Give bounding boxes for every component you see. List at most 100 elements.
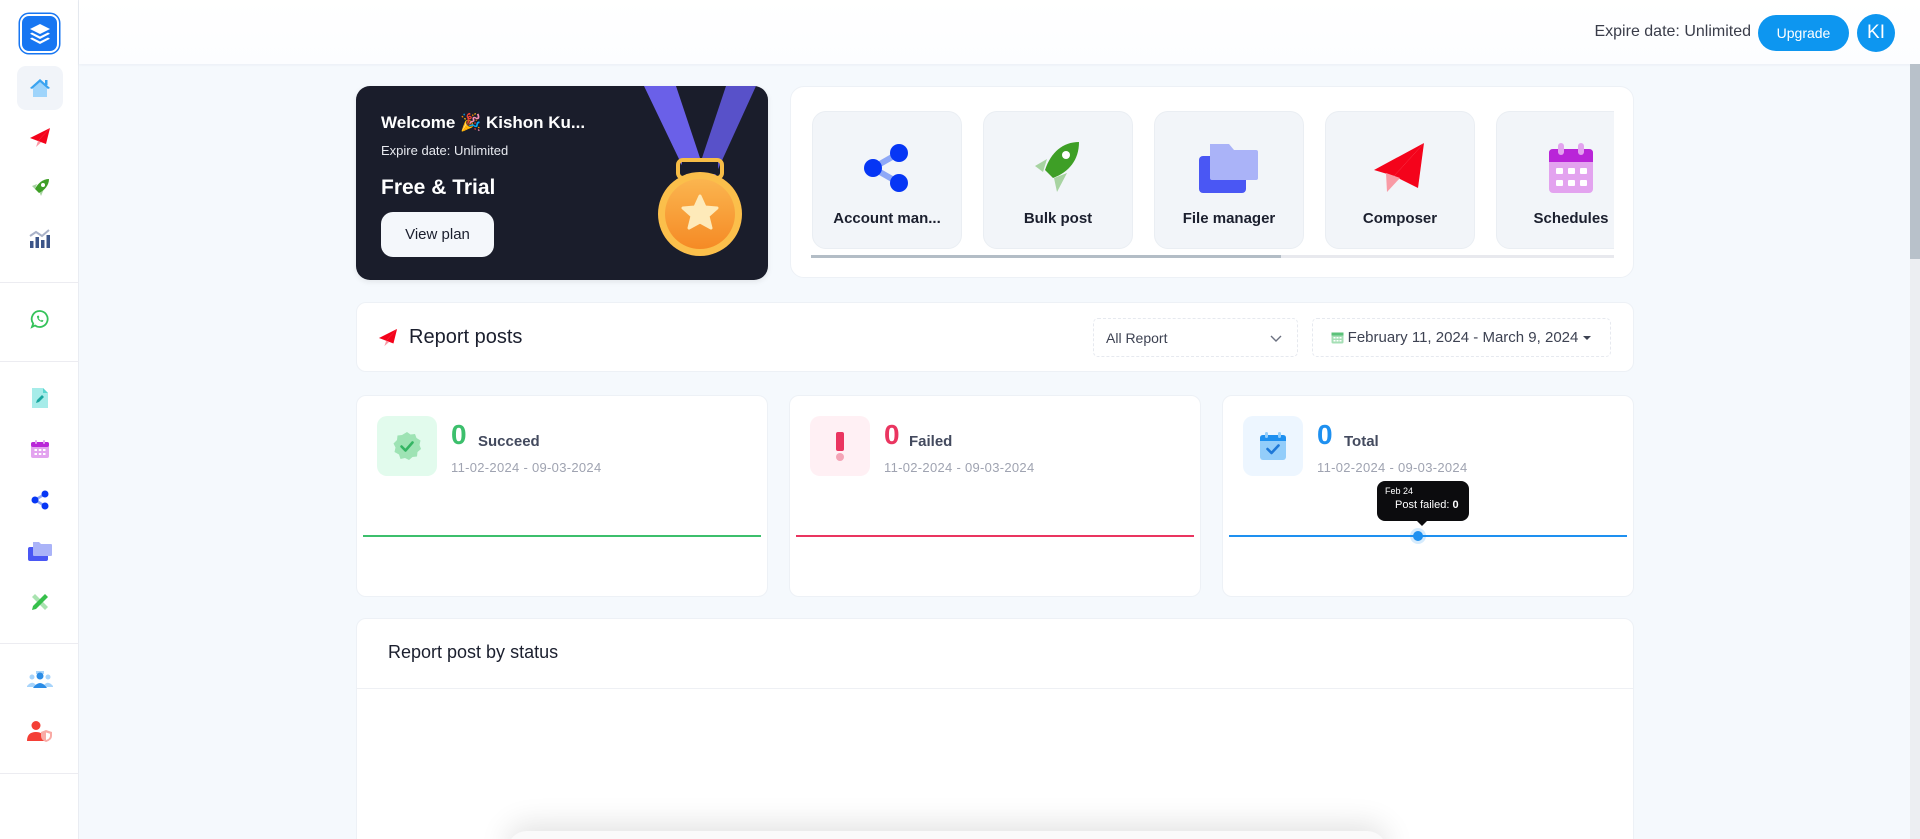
view-plan-button[interactable]: View plan bbox=[381, 212, 494, 257]
expire-date-text: Expire date: Unlimited bbox=[1594, 23, 1751, 40]
report-filter-value: All Report bbox=[1106, 330, 1168, 346]
stat-date-range: 11-02-2024 - 09-03-2024 bbox=[451, 460, 602, 475]
page-scrollbar-thumb[interactable] bbox=[1910, 64, 1920, 259]
sidebar bbox=[0, 0, 79, 839]
chart-hover-point[interactable] bbox=[1410, 528, 1426, 544]
succeed-sparkline bbox=[363, 535, 761, 537]
caret-down-icon bbox=[1583, 335, 1592, 340]
stat-date-range: 11-02-2024 - 09-03-2024 bbox=[1317, 460, 1468, 475]
chart-placeholder bbox=[507, 831, 1387, 839]
sidebar-divider bbox=[0, 773, 79, 774]
card-divider bbox=[357, 688, 1633, 689]
users-icon bbox=[27, 671, 53, 688]
badge-check-icon bbox=[393, 432, 421, 460]
calendar-icon bbox=[1331, 332, 1344, 344]
stat-value: 0 bbox=[1317, 419, 1333, 450]
shortcut-bulk-post[interactable]: Bulk post bbox=[983, 111, 1133, 249]
sidebar-item-caption[interactable] bbox=[17, 580, 63, 624]
report-by-status-title: Report post by status bbox=[388, 642, 559, 662]
sidebar-divider bbox=[0, 361, 79, 362]
welcome-expire-date: Expire date: Unlimited bbox=[381, 143, 509, 158]
share-icon bbox=[31, 490, 49, 510]
home-icon bbox=[30, 79, 50, 97]
shortcut-composer[interactable]: Composer bbox=[1325, 111, 1475, 249]
report-by-status-card: Report post by status bbox=[356, 618, 1634, 839]
sidebar-item-bulk-post[interactable] bbox=[17, 166, 63, 210]
sidebar-item-account-manager[interactable] bbox=[17, 478, 63, 522]
stat-date-range: 11-02-2024 - 09-03-2024 bbox=[884, 460, 1035, 475]
share-icon bbox=[864, 144, 908, 192]
stat-value: 0 bbox=[884, 419, 900, 450]
stat-icon-box bbox=[810, 416, 870, 476]
sidebar-item-whatsapp[interactable] bbox=[17, 297, 63, 341]
user-avatar[interactable]: KI bbox=[1857, 14, 1895, 52]
pencil-ruler-icon bbox=[32, 594, 48, 610]
shortcut-label: Composer bbox=[1362, 210, 1438, 227]
plan-name: Free & Trial bbox=[381, 176, 496, 199]
shortcut-label: File manager bbox=[1182, 210, 1276, 227]
shortcut-schedules[interactable]: Schedules bbox=[1496, 111, 1614, 249]
calendar-icon bbox=[1549, 143, 1593, 193]
date-range-picker[interactable]: February 11, 2024 - March 9, 2024 bbox=[1312, 318, 1611, 357]
welcome-title: Welcome 🎉 Kishon Ku... bbox=[381, 113, 586, 132]
tooltip-date: Feb 24 bbox=[1385, 486, 1414, 496]
report-filter-select[interactable]: All Report bbox=[1093, 318, 1298, 357]
shortcut-file-manager[interactable]: File manager bbox=[1154, 111, 1304, 249]
shortcuts-panel: Account man... Bulk post File manager Co… bbox=[790, 86, 1634, 278]
sidebar-item-file-manager[interactable] bbox=[17, 529, 63, 573]
stat-icon-box bbox=[377, 416, 437, 476]
tooltip-label: Post failed: bbox=[1395, 499, 1453, 511]
page-scrollbar[interactable] bbox=[1910, 64, 1920, 839]
paper-plane-icon bbox=[30, 128, 50, 147]
upgrade-button[interactable]: Upgrade bbox=[1758, 15, 1849, 51]
medal-icon bbox=[644, 86, 756, 256]
stat-value: 0 bbox=[451, 419, 467, 450]
edit-document-icon bbox=[32, 388, 48, 408]
user-shield-icon bbox=[27, 721, 52, 742]
calendar-icon bbox=[31, 440, 49, 458]
stat-label: Succeed bbox=[478, 433, 540, 450]
sidebar-item-roles[interactable] bbox=[17, 709, 63, 753]
layers-logo-icon bbox=[29, 23, 50, 44]
paper-plane-icon bbox=[378, 328, 398, 347]
exclamation-icon bbox=[836, 432, 844, 461]
shortcuts-carousel: Account man... Bulk post File manager Co… bbox=[811, 111, 1614, 251]
tooltip-value: 0 bbox=[1452, 499, 1459, 511]
stat-label: Failed bbox=[909, 433, 953, 450]
shortcut-label: Bulk post bbox=[1023, 210, 1093, 227]
report-posts-title: Report posts bbox=[409, 326, 523, 348]
calendar-check-icon bbox=[1260, 432, 1286, 460]
shortcuts-scrollbar-thumb[interactable] bbox=[811, 255, 1281, 258]
tooltip-value-line: Post failed: 0 bbox=[1395, 499, 1459, 511]
sidebar-item-team[interactable] bbox=[17, 658, 63, 702]
report-posts-header: Report posts All Report February 11, 202… bbox=[356, 302, 1634, 372]
sidebar-item-home[interactable] bbox=[17, 66, 63, 110]
sidebar-item-composer[interactable] bbox=[17, 116, 63, 160]
sidebar-item-schedules[interactable] bbox=[17, 427, 63, 471]
stat-card-total: 0 Total 11-02-2024 - 09-03-2024 Feb 24 P… bbox=[1222, 395, 1634, 597]
whatsapp-icon bbox=[30, 310, 49, 329]
date-range-text: February 11, 2024 - March 9, 2024 bbox=[1347, 329, 1579, 346]
sidebar-divider bbox=[0, 643, 79, 644]
stat-label: Total bbox=[1344, 433, 1379, 450]
folder-icon bbox=[1199, 144, 1258, 193]
app-logo[interactable] bbox=[20, 14, 59, 53]
folder-icon bbox=[28, 542, 52, 561]
shortcut-account-manager[interactable]: Account man... bbox=[812, 111, 962, 249]
shortcut-label: Account man... bbox=[833, 210, 941, 227]
sidebar-item-drafts[interactable] bbox=[17, 376, 63, 420]
rocket-icon bbox=[32, 179, 49, 196]
welcome-card: Welcome 🎉 Kishon Ku... Expire date: Unli… bbox=[356, 86, 768, 280]
top-bar: Expire date: Unlimited Upgrade KI bbox=[79, 0, 1920, 64]
sidebar-divider bbox=[0, 282, 79, 283]
stat-icon-box bbox=[1243, 416, 1303, 476]
sidebar-item-analytics[interactable] bbox=[17, 216, 63, 260]
chevron-down-icon bbox=[1270, 335, 1282, 342]
stat-card-succeed: 0 Succeed 11-02-2024 - 09-03-2024 bbox=[356, 395, 768, 597]
chart-tooltip: Feb 24 Post failed: 0 bbox=[1377, 481, 1469, 526]
failed-sparkline bbox=[796, 535, 1194, 537]
chart-icon bbox=[29, 229, 50, 248]
shortcuts-scrollbar[interactable] bbox=[811, 255, 1614, 258]
stat-card-failed: 0 Failed 11-02-2024 - 09-03-2024 bbox=[789, 395, 1201, 597]
paper-plane-icon bbox=[1374, 143, 1424, 192]
